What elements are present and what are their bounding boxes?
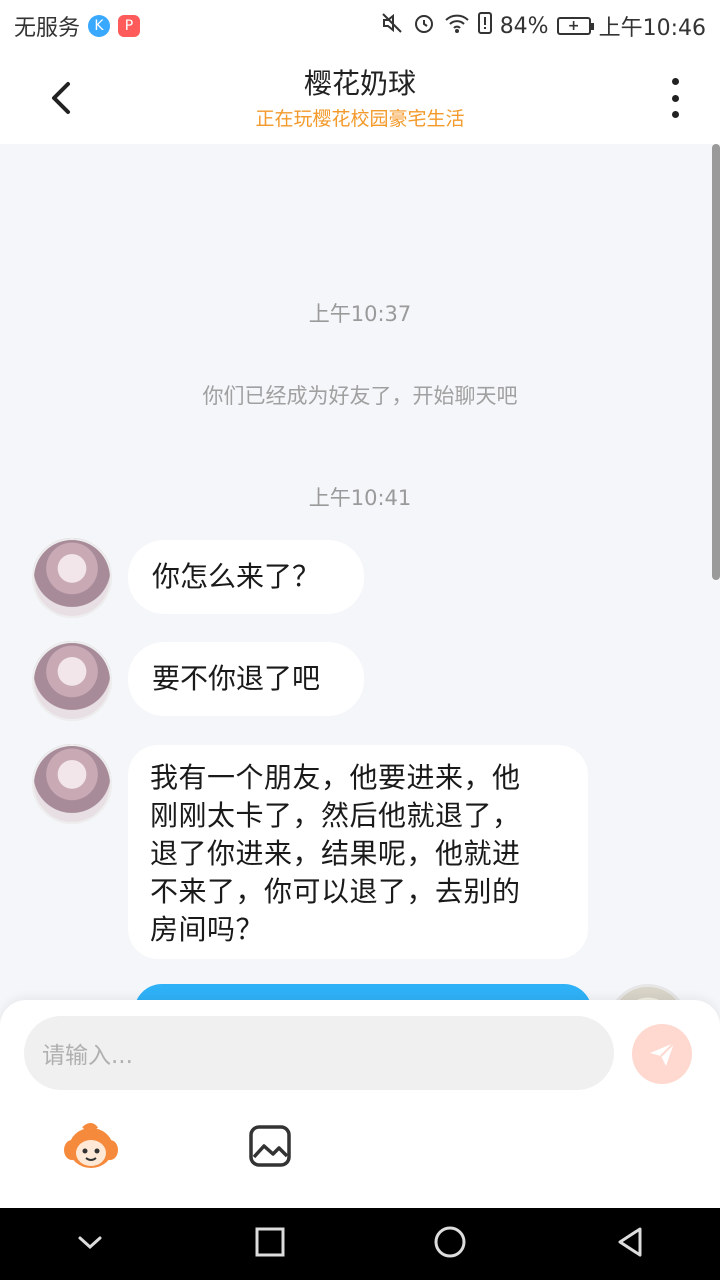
message-input[interactable]: 请输入... [24,1016,614,1090]
more-dot-icon [671,111,679,118]
timestamp: 上午10:37 [308,302,412,326]
contact-avatar[interactable] [32,538,112,618]
chat-area[interactable]: 上午10:37 你们已经成为好友了，开始聊天吧 上午10:41 你怎么来了？ 要… [0,144,720,1004]
message-line: 房间吗？ [150,913,265,946]
app-k-icon: K [88,15,111,37]
chevron-down-icon [78,1236,102,1250]
send-icon [650,1042,675,1066]
message-bubble[interactable]: 要不你退了吧 [128,642,364,716]
more-dot-icon [671,94,679,102]
system-message: 你们已经成为好友了，开始聊天吧 [202,384,518,408]
contact-activity: 正在玩樱花校园豪宅生活 [255,108,465,130]
wifi-icon [444,12,470,40]
system-nav-bar [0,1208,720,1280]
emoji-mascot-icon [64,1123,118,1168]
status-bar: 无服务 K P 84% + 上午10:46 [0,0,720,52]
message-bubble[interactable]: 你怎么来了？ [128,540,364,614]
app-p-icon: P [118,15,141,37]
input-panel: 请输入... [0,1000,720,1208]
carrier-label: 无服务 [14,16,81,41]
message-bubble[interactable]: 我有一个朋友，他要进来，他 刚刚太卡了，然后他就退了， 退了你进来，结果呢，他就… [128,745,588,959]
contact-avatar[interactable] [32,744,112,824]
nav-home-button[interactable] [432,1224,468,1264]
circle-icon [434,1226,466,1258]
sim-icon [477,12,492,40]
chat-header: 樱花奶球 正在玩樱花校园豪宅生活 [0,52,720,144]
triangle-back-icon [618,1227,642,1257]
nav-recents-button[interactable] [252,1224,288,1264]
square-icon [255,1227,285,1257]
nav-back-button[interactable] [612,1224,648,1264]
emoji-button[interactable] [62,1120,120,1172]
more-options-button[interactable] [660,78,690,118]
image-button[interactable] [248,1124,292,1168]
send-button[interactable] [632,1024,692,1084]
contact-name: 樱花奶球 [303,67,416,100]
mute-icon [380,11,404,41]
status-time: 上午10:46 [598,16,706,41]
alarm-icon [412,11,436,41]
image-icon [249,1125,291,1167]
nav-hide-button[interactable] [72,1224,108,1264]
battery-percent: 84% [499,13,549,39]
message-line: 刚刚太卡了，然后他就退了， [150,799,521,832]
timestamp: 上午10:41 [308,486,412,510]
contact-avatar[interactable] [32,641,112,721]
more-dot-icon [671,78,679,85]
chat-scrollbar[interactable] [712,144,720,580]
message-line: 退了你进来，结果呢，他就进 [150,837,521,870]
battery-icon: + [556,17,594,35]
message-line: 不来了，你可以退了，去别的 [150,875,521,908]
message-line: 我有一个朋友，他要进来，他 [150,761,521,794]
